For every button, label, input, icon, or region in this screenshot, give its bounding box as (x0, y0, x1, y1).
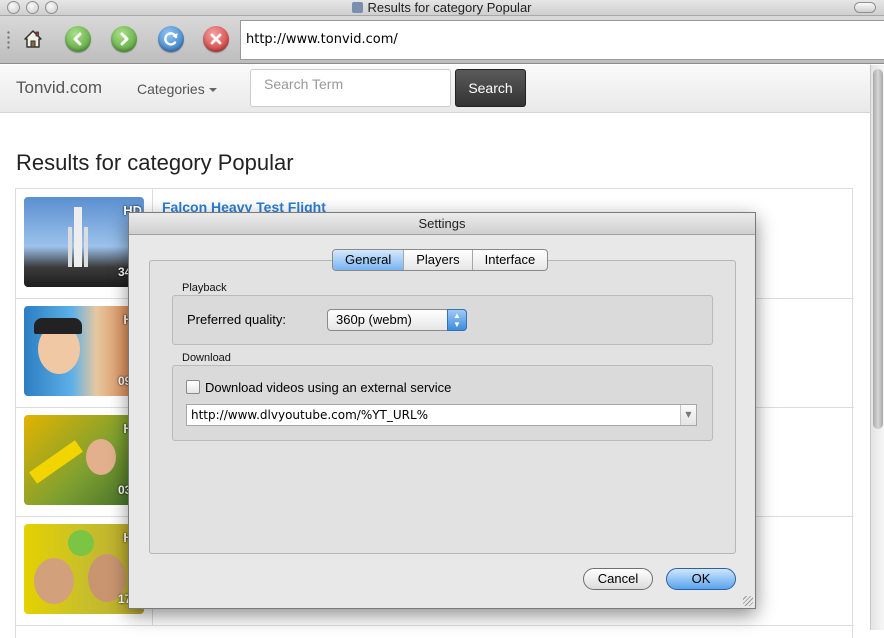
categories-label: Categories (137, 81, 205, 97)
video-thumbnail[interactable]: HD 17:0 (24, 524, 144, 614)
search-input[interactable]: Search Term (250, 69, 451, 107)
ok-button[interactable]: OK (666, 568, 736, 590)
settings-tabs: General Players Interface (332, 249, 549, 271)
tab-panel-general: Playback Preferred quality: 360p (webm) … (149, 260, 736, 554)
browser-toolbar: http://www.tonvid.com/ (0, 16, 884, 64)
page-title: Results for category Popular (16, 150, 294, 175)
reload-button[interactable] (155, 23, 187, 55)
home-button[interactable] (17, 23, 49, 55)
video-thumbnail[interactable]: HD 34:1 (24, 197, 144, 287)
search-button[interactable]: Search (455, 69, 526, 107)
cancel-button[interactable]: Cancel (583, 568, 653, 590)
site-navbar: Tonvid.com Categories Search Term Search (0, 65, 870, 113)
quality-value: 360p (webm) (336, 312, 412, 327)
tab-interface[interactable]: Interface (473, 250, 548, 270)
url-input[interactable]: http://www.tonvid.com/ (240, 20, 884, 60)
toolbar-grip (6, 30, 11, 50)
site-brand[interactable]: Tonvid.com (16, 78, 102, 98)
forward-button[interactable] (108, 23, 140, 55)
arrow-right-icon (111, 26, 137, 52)
quality-select[interactable]: 360p (webm) ▲ ▼ (327, 309, 467, 331)
playback-group: Preferred quality: 360p (webm) ▲ ▼ (172, 295, 713, 345)
quality-label: Preferred quality: (187, 312, 286, 327)
playback-group-label: Playback (182, 282, 227, 294)
scrollbar-thumb[interactable] (873, 69, 883, 429)
stop-button[interactable] (200, 23, 232, 55)
arrow-left-icon (65, 26, 91, 52)
refresh-icon (158, 26, 184, 52)
service-url-combobox[interactable]: http://www.dlvyoutube.com/%YT_URL% ▼ (186, 404, 697, 426)
external-service-checkbox[interactable] (186, 380, 200, 394)
window-title: Results for category Popular (367, 0, 532, 15)
chevron-down-icon[interactable]: ▼ (680, 405, 696, 425)
categories-dropdown[interactable]: Categories (137, 81, 217, 97)
page-icon (352, 2, 364, 13)
stop-icon (203, 26, 229, 52)
back-button[interactable] (62, 23, 94, 55)
home-icon (24, 30, 42, 48)
page-scrollbar[interactable] (870, 65, 884, 630)
settings-dialog: Settings General Players Interface Playb… (128, 212, 756, 609)
title-bar: Results for category Popular (0, 0, 884, 16)
caret-down-icon (208, 88, 217, 92)
tab-players[interactable]: Players (404, 250, 473, 270)
service-url-value: http://www.dlvyoutube.com/%YT_URL% (191, 408, 429, 422)
video-thumbnail[interactable]: HD 09:5 (24, 306, 144, 396)
download-group-label: Download (182, 352, 231, 364)
video-thumbnail[interactable]: HD 03:4 (24, 415, 144, 505)
dialog-title: Settings (129, 213, 755, 235)
resize-grip-icon[interactable] (743, 596, 753, 606)
download-group: Download videos using an external servic… (172, 365, 713, 441)
toolbar-toggle-button[interactable] (854, 2, 876, 13)
tab-general[interactable]: General (333, 250, 405, 270)
external-service-label[interactable]: Download videos using an external servic… (205, 380, 451, 395)
updown-arrows-icon: ▲ ▼ (447, 309, 467, 331)
